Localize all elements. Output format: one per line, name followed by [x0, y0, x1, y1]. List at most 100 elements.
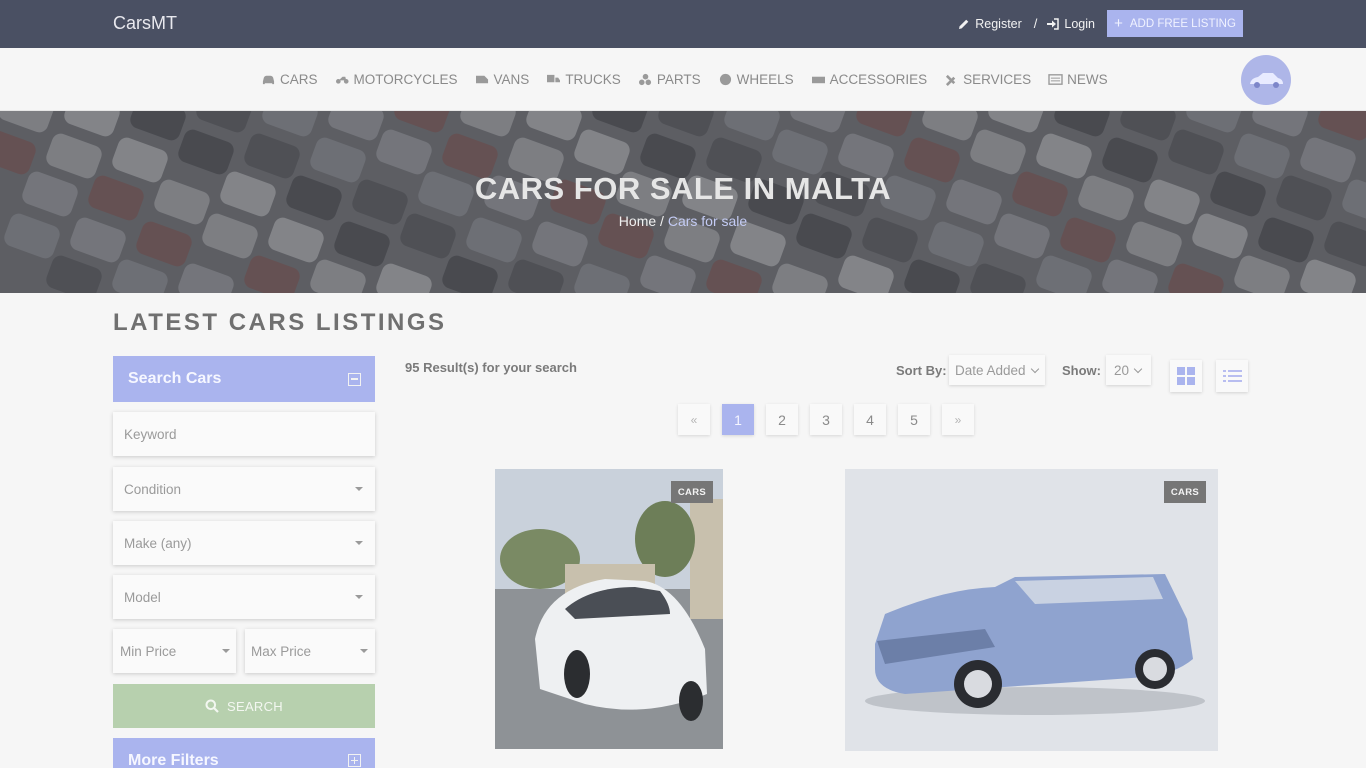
top-bar: CarsMT Register / Login + ADD FREE LISTI… — [0, 0, 1366, 48]
condition-select[interactable]: Condition — [113, 467, 375, 511]
section-title: LATEST CARS LISTINGS — [113, 309, 447, 336]
chevron-down-icon — [1133, 364, 1143, 373]
nav-items: CARS MOTORCYCLES VANS TRUCKS PARTS WHEELS ACCE… — [261, 72, 1125, 87]
chevron-down-icon — [1030, 364, 1039, 373]
grid-view-button[interactable] — [1170, 360, 1202, 392]
register-label: Register — [975, 16, 1022, 31]
motorcycle-icon — [335, 76, 349, 84]
expand-icon[interactable] — [348, 754, 361, 767]
page-next-button[interactable]: » — [942, 404, 974, 435]
nav-item-label: PARTS — [656, 72, 701, 87]
accessories-icon — [811, 76, 825, 84]
nav-item-label: WHEELS — [736, 72, 794, 87]
car-icon — [262, 75, 275, 85]
add-free-listing-button[interactable]: + ADD FREE LISTING — [1107, 10, 1243, 37]
show-label: Show: — [1062, 363, 1101, 378]
breadcrumb-home-link[interactable]: Home — [619, 213, 656, 229]
nav-item-accessories[interactable]: ACCESSORIES — [811, 72, 928, 87]
list-view-button[interactable] — [1216, 360, 1248, 392]
add-listing-label: ADD FREE LISTING — [1129, 17, 1236, 30]
sign-in-icon — [1047, 17, 1060, 30]
nav-item-label: CARS — [280, 72, 318, 87]
make-select[interactable]: Make (any) — [113, 521, 375, 565]
newspaper-icon — [1048, 74, 1063, 85]
tools-icon — [946, 74, 956, 86]
white-hatchback-photo — [495, 469, 723, 749]
nav-item-motorcycles[interactable]: MOTORCYCLES — [335, 72, 458, 87]
page-button-5[interactable]: 5 — [898, 404, 930, 435]
pagination: « 1 2 3 4 5 » — [678, 404, 974, 435]
caret-down-icon — [222, 649, 230, 653]
listing-image[interactable]: CARS — [845, 469, 1218, 751]
list-icon — [1222, 370, 1242, 382]
model-select[interactable]: Model — [113, 575, 375, 619]
make-value: Make (any) — [124, 535, 192, 551]
blue-hatchback-photo — [845, 469, 1218, 751]
nav-item-news[interactable]: NEWS — [1048, 72, 1108, 87]
collapse-icon[interactable] — [348, 372, 361, 386]
show-value: 20 — [1114, 362, 1130, 378]
login-label: Login — [1064, 16, 1095, 31]
keyword-input[interactable]: Keyword — [113, 412, 375, 456]
search-panel-header[interactable]: Search Cars — [113, 356, 375, 402]
page-button-3[interactable]: 3 — [810, 404, 842, 435]
site-logo[interactable] — [1241, 55, 1291, 105]
nav-item-label: MOTORCYCLES — [353, 72, 458, 87]
breadcrumb-separator: / — [656, 213, 668, 229]
condition-value: Condition — [124, 481, 182, 497]
hero-banner: CARS FOR SALE IN MALTA Home / Cars for s… — [0, 111, 1366, 293]
nav-item-cars[interactable]: CARS — [261, 72, 318, 87]
nav-item-services[interactable]: SERVICES — [944, 72, 1031, 87]
nav-item-label: NEWS — [1067, 72, 1108, 87]
show-select[interactable]: 20 — [1106, 355, 1151, 385]
link-separator: / — [1033, 16, 1038, 31]
nav-item-label: SERVICES — [963, 72, 1032, 87]
listing-image[interactable]: CARS — [495, 469, 723, 749]
nav-item-wheels[interactable]: WHEELS — [718, 72, 794, 87]
plus-icon: + — [1114, 15, 1123, 32]
min-price-value: Min Price — [120, 643, 177, 659]
car-logo-icon — [1250, 73, 1283, 88]
caret-down-icon — [360, 649, 368, 653]
page-button-2[interactable]: 2 — [766, 404, 798, 435]
max-price-select[interactable]: Max Price — [245, 629, 375, 673]
register-link[interactable]: Register — [958, 17, 1022, 31]
sort-select[interactable]: Date Added — [949, 355, 1045, 385]
keyword-placeholder: Keyword — [124, 426, 177, 442]
nav-item-label: ACCESSORIES — [829, 72, 928, 87]
nav-item-parts[interactable]: PARTS — [638, 72, 701, 87]
breadcrumb-current: Cars for sale — [667, 213, 748, 229]
page-prev-button[interactable]: « — [678, 404, 710, 435]
search-button-label: SEARCH — [227, 698, 283, 714]
caret-down-icon — [355, 595, 363, 599]
nav-item-label: VANS — [493, 72, 530, 87]
more-filters-header[interactable]: More Filters — [113, 738, 375, 768]
brand-logo-text[interactable]: CarsMT — [113, 13, 177, 34]
caret-down-icon — [355, 541, 363, 545]
search-panel-title: Search Cars — [128, 370, 222, 387]
search-button[interactable]: SEARCH — [113, 684, 375, 728]
sort-value: Date Added — [955, 362, 1026, 378]
results-count: 95 Result(s) for your search — [405, 360, 577, 375]
van-icon — [475, 75, 488, 84]
account-links: Register / Login + ADD FREE LISTING — [958, 10, 1243, 37]
page-button-4[interactable]: 4 — [854, 404, 886, 435]
nav-item-trucks[interactable]: TRUCKS — [546, 72, 621, 87]
truck-icon — [547, 74, 561, 83]
sort-label: Sort By: — [896, 363, 947, 378]
login-link[interactable]: Login — [1046, 17, 1095, 31]
category-badge: CARS — [1163, 481, 1206, 503]
nav-item-label: TRUCKS — [565, 72, 621, 87]
page-title: CARS FOR SALE IN MALTA — [474, 171, 892, 206]
page-button-1[interactable]: 1 — [722, 404, 754, 435]
nav-item-vans[interactable]: VANS — [475, 72, 530, 87]
more-filters-title: More Filters — [128, 752, 219, 768]
max-price-value: Max Price — [251, 643, 312, 659]
caret-down-icon — [355, 487, 363, 491]
listings-section: LATEST CARS LISTINGS Search Cars Keyword… — [0, 293, 1366, 768]
pencil-icon — [959, 19, 969, 29]
category-badge: CARS — [670, 481, 713, 503]
min-price-select[interactable]: Min Price — [113, 629, 236, 673]
parts-icon — [638, 73, 651, 86]
main-navigation: CARS MOTORCYCLES VANS TRUCKS PARTS WHEELS ACCE… — [0, 48, 1366, 111]
